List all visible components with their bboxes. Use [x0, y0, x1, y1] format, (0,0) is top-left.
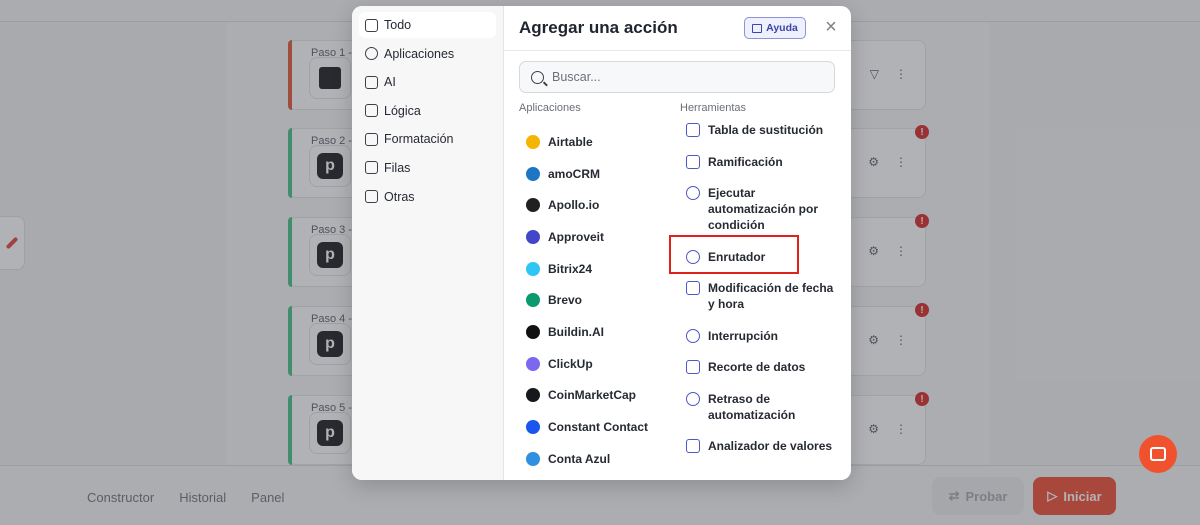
- parser-icon: [686, 439, 700, 453]
- app-item-buildin[interactable]: Buildin.AI: [526, 316, 676, 348]
- tool-item-recorte[interactable]: Recorte de datos: [686, 359, 836, 391]
- app-item-constant-contact[interactable]: Constant Contact: [526, 411, 676, 443]
- buildin-icon: [526, 324, 540, 339]
- book-icon: [752, 23, 763, 33]
- coinmarketcap-icon: [526, 388, 540, 403]
- tools-list: Tabla de sustitución Ramificación Ejecut…: [686, 122, 836, 469]
- category-otras[interactable]: Otras: [359, 184, 496, 210]
- app-item-clickup[interactable]: ClickUp: [526, 348, 676, 380]
- chat-button[interactable]: [1139, 435, 1177, 473]
- app-item-approveit[interactable]: Approveit: [526, 221, 676, 253]
- airtable-icon: [526, 134, 540, 149]
- tool-item-ramificacion[interactable]: Ramificación: [686, 154, 836, 185]
- brevo-icon: [526, 293, 540, 308]
- apps-icon: [365, 47, 378, 61]
- app-item-amocrm[interactable]: amoCRM: [526, 158, 676, 190]
- clickup-icon: [526, 356, 540, 371]
- category-filas[interactable]: Filas: [359, 155, 496, 181]
- other-icon: [365, 190, 378, 204]
- tool-item-retraso[interactable]: Retraso de automatización: [686, 391, 836, 438]
- branch-icon: [686, 155, 700, 169]
- category-aplicaciones[interactable]: Aplicaciones: [359, 41, 496, 67]
- help-button[interactable]: Ayuda: [744, 17, 806, 39]
- constant-contact-icon: [526, 420, 540, 435]
- table-icon: [686, 123, 700, 137]
- search-icon: [531, 70, 544, 84]
- apps-list: Airtable amoCRM Apollo.io Approveit Bitr…: [526, 126, 676, 475]
- close-icon[interactable]: ×: [820, 16, 842, 38]
- tool-item-analizador[interactable]: Analizador de valores: [686, 438, 836, 469]
- stop-icon: [686, 329, 700, 343]
- amocrm-icon: [526, 166, 540, 181]
- app-item-airtable[interactable]: Airtable: [526, 126, 676, 158]
- logic-icon: [365, 104, 378, 118]
- format-icon: [365, 132, 378, 146]
- tool-item-interrupcion[interactable]: Interrupción: [686, 328, 836, 359]
- category-formatacion[interactable]: Formatación: [359, 126, 496, 152]
- scissors-icon: [686, 360, 700, 374]
- ai-icon: [365, 75, 378, 89]
- calendar-icon: [686, 281, 700, 295]
- delay-icon: [686, 392, 700, 406]
- apps-heading: Aplicaciones: [519, 102, 581, 114]
- app-item-bitrix24[interactable]: Bitrix24: [526, 253, 676, 285]
- search-input[interactable]: [552, 70, 812, 84]
- tools-heading: Herramientas: [680, 102, 747, 114]
- approveit-icon: [526, 229, 540, 244]
- modal-title: Agregar una acción: [519, 18, 678, 37]
- category-todo[interactable]: Todo: [359, 12, 496, 38]
- app-item-apollo[interactable]: Apollo.io: [526, 189, 676, 221]
- tool-item-tabla[interactable]: Tabla de sustitución: [686, 122, 836, 154]
- app-item-coinmarketcap[interactable]: CoinMarketCap: [526, 380, 676, 412]
- chat-icon: [1150, 447, 1166, 461]
- conta-azul-icon: [526, 451, 540, 466]
- category-logica[interactable]: Lógica: [359, 98, 496, 124]
- app-item-conta-azul[interactable]: Conta Azul: [526, 443, 676, 475]
- app-item-brevo[interactable]: Brevo: [526, 284, 676, 316]
- tool-item-modificacion-fecha[interactable]: Modificación de fecha y hora: [686, 280, 836, 328]
- category-ai[interactable]: AI: [359, 69, 496, 95]
- highlight-box: [669, 235, 799, 274]
- bitrix24-icon: [526, 261, 540, 276]
- condition-icon: [686, 186, 700, 200]
- home-icon: [365, 18, 378, 32]
- category-sidebar: Todo Aplicaciones AI Lógica Formatación …: [352, 6, 504, 480]
- apollo-icon: [526, 198, 540, 213]
- rows-icon: [365, 161, 378, 175]
- divider: [504, 50, 851, 51]
- search-box[interactable]: [519, 61, 835, 93]
